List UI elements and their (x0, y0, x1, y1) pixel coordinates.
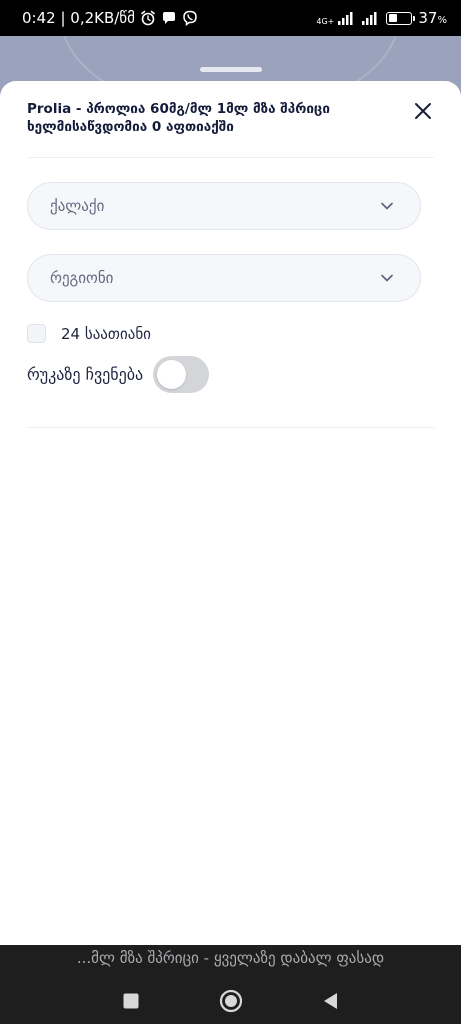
open-24h-label: 24 საათიანი (61, 324, 151, 343)
viber-icon (183, 10, 197, 26)
show-on-map-toggle[interactable] (153, 356, 210, 393)
region-select-value: რეგიონი (50, 269, 114, 287)
signal-icon (338, 12, 353, 25)
battery-fill (388, 14, 397, 22)
status-bar: 0:42 | 0,2KB/წმ 4G+ 37% (0, 0, 461, 36)
battery-percent-unit: % (437, 15, 447, 26)
sheet-title: Prolia - პროლია 60მგ/მლ 1მლ მზა შპრიცი ხ… (27, 101, 330, 135)
navigation-bar (0, 977, 461, 1024)
divider (27, 427, 434, 428)
city-select-value: ქალაქი (50, 197, 105, 215)
chat-bubble-icon (162, 12, 175, 24)
battery-icon (386, 11, 416, 25)
toggle-knob (157, 360, 187, 389)
sheet-header: Prolia - პროლია 60მგ/მლ 1მლ მზა შპრიცი ხ… (27, 100, 434, 158)
close-button[interactable] (412, 100, 434, 122)
battery-percent-value: 37 (418, 9, 438, 27)
back-icon (323, 992, 337, 1009)
pharmacy-filter-sheet: Prolia - პროლია 60მგ/მლ 1მლ მზა შპრიცი ხ… (0, 67, 461, 945)
open-24h-checkbox[interactable] (27, 324, 46, 343)
status-time: 0:42 | 0,2KB/წმ (22, 9, 135, 27)
back-button[interactable] (316, 986, 346, 1016)
chevron-down-icon (381, 274, 393, 282)
network-type: 4G+ (316, 17, 335, 26)
sheet-drag-handle[interactable] (200, 67, 262, 72)
show-on-map-row: რუკაზე ჩვენება (27, 356, 210, 393)
alarm-icon (141, 10, 155, 26)
status-left: 0:42 | 0,2KB/წმ (22, 9, 198, 27)
recent-apps-button[interactable] (116, 986, 146, 1016)
bottom-system-area: ...მლ მზა შპრიცი - ყველაზე დაბალ ფასად (0, 945, 461, 1024)
page-title-ticker: ...მლ მზა შპრიცი - ყველაზე დაბალ ფასად (76, 949, 385, 967)
recent-apps-icon (123, 993, 138, 1008)
signal-icon-sim2 (362, 12, 377, 25)
show-on-map-label: რუკაზე ჩვენება (27, 365, 144, 384)
home-icon (219, 989, 242, 1012)
battery-percent: 37% (418, 9, 447, 27)
region-select[interactable]: რეგიონი (27, 254, 421, 302)
city-select[interactable]: ქალაქი (27, 182, 421, 230)
status-right: 4G+ 37% (316, 9, 447, 27)
close-icon (415, 103, 431, 119)
home-button[interactable] (216, 986, 246, 1016)
chevron-down-icon (381, 202, 393, 210)
open-24h-filter[interactable]: 24 საათიანი (27, 324, 151, 343)
